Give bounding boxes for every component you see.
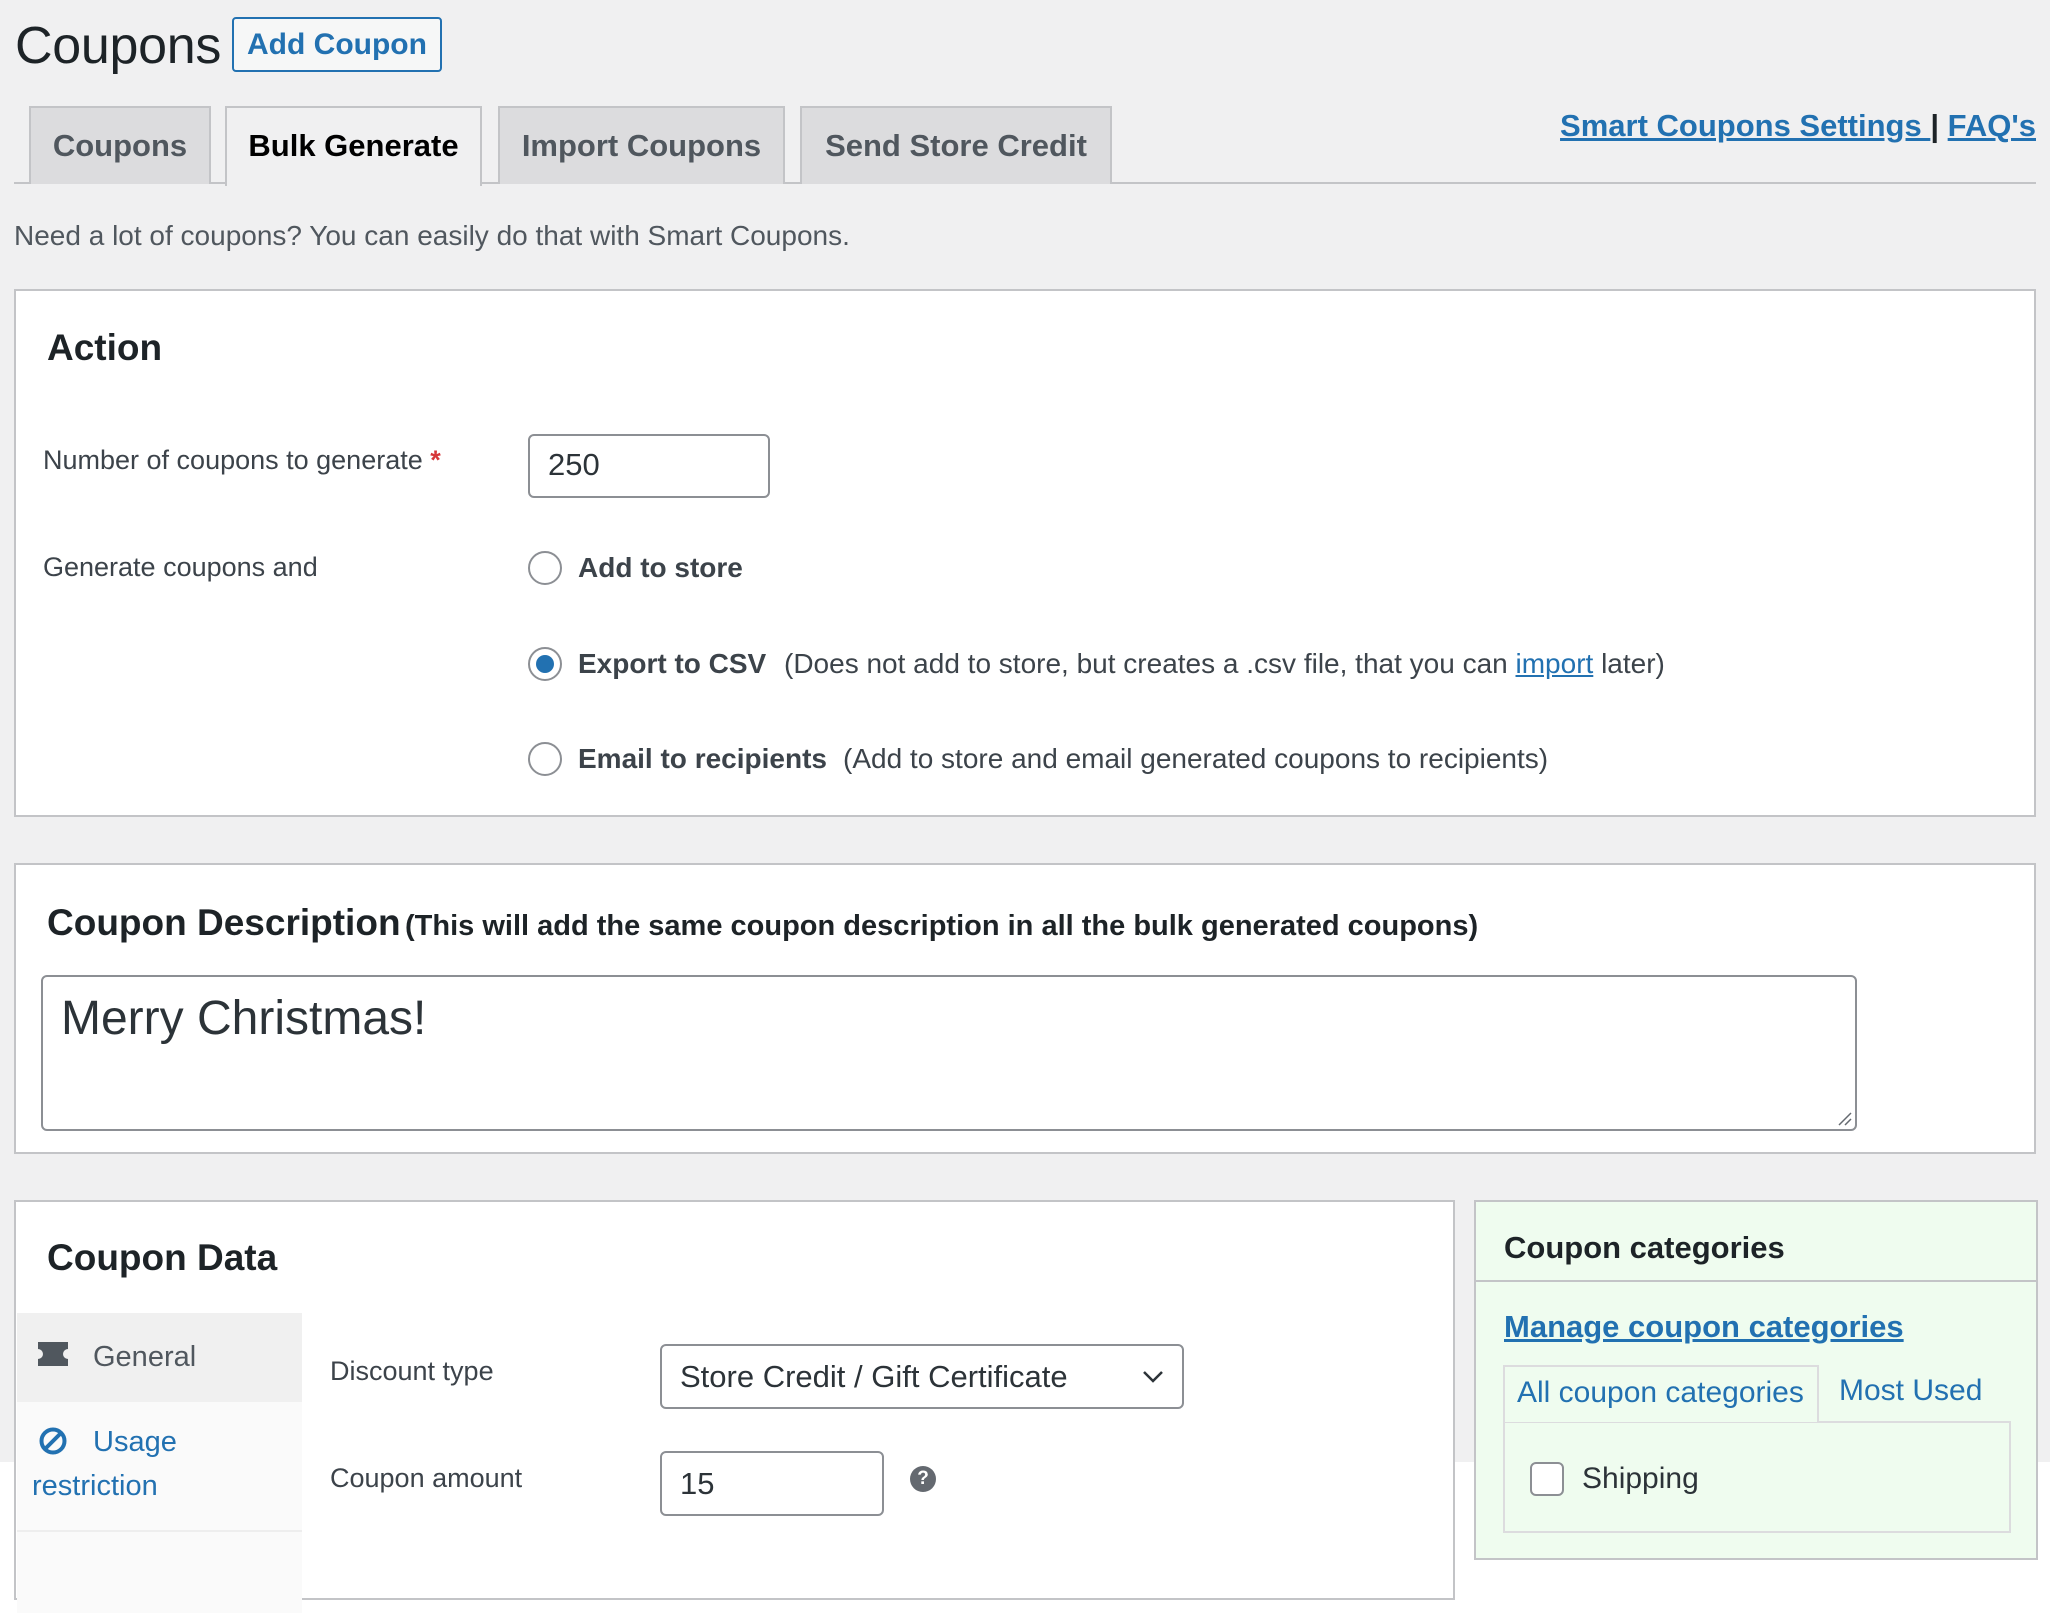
export-note-before: (Does not add to store, but creates a .c… [784, 648, 1516, 679]
ticket-icon [38, 1342, 68, 1366]
tab-coupons[interactable]: Coupons [29, 106, 211, 184]
resize-handle-icon[interactable] [1836, 1110, 1852, 1126]
faq-link[interactable]: FAQ's [1948, 108, 2036, 143]
action-panel: Action Number of coupons to generate * 2… [14, 289, 2036, 817]
email-to-recipients-note: (Add to store and email generated coupon… [843, 743, 1549, 774]
radio-add-to-store[interactable] [528, 551, 562, 585]
sidebar-usage-label: Usage restriction [32, 1426, 177, 1502]
link-separator: | [1930, 108, 1940, 143]
coupon-data-sidebar: General Usage restriction [17, 1313, 302, 1613]
discount-type-label: Discount type [330, 1356, 494, 1386]
sidebar-item-usage-restriction[interactable]: Usage restriction [17, 1402, 302, 1532]
coupon-amount-label: Coupon amount [330, 1463, 523, 1493]
add-coupon-button[interactable]: Add Coupon [232, 17, 442, 72]
category-list: Shipping [1503, 1421, 2011, 1533]
checkbox-shipping[interactable] [1530, 1462, 1564, 1496]
coupon-categories-panel: Coupon categories Manage coupon categori… [1474, 1200, 2038, 1560]
sidebar-general-label: General [93, 1341, 197, 1373]
category-label-shipping[interactable]: Shipping [1582, 1459, 1699, 1499]
tab-all-coupon-categories[interactable]: All coupon categories [1503, 1365, 1819, 1422]
generate-coupons-label: Generate coupons and [43, 552, 318, 582]
discount-type-value: Store Credit / Gift Certificate [680, 1359, 1068, 1394]
top-links: Smart Coupons Settings | FAQ's [1560, 106, 2036, 146]
action-heading: Action [47, 327, 163, 368]
import-link[interactable]: import [1516, 648, 1594, 679]
export-note-after: later) [1593, 648, 1665, 679]
page-title: Coupons [15, 17, 222, 75]
add-to-store-label[interactable]: Add to store [578, 550, 743, 586]
export-to-csv-label[interactable]: Export to CSV [578, 646, 766, 682]
description-subheading: (This will add the same coupon descripti… [405, 910, 1479, 942]
description-heading-row: Coupon Description (This will add the sa… [47, 901, 1478, 945]
coupon-categories-title: Coupon categories [1504, 1230, 1785, 1265]
number-of-coupons-label: Number of coupons to generate * [43, 443, 441, 477]
radio-email-to-recipients[interactable] [528, 742, 562, 776]
number-of-coupons-label-text: Number of coupons to generate [43, 445, 423, 475]
discount-type-select[interactable]: Store Credit / Gift Certificate [660, 1344, 1184, 1409]
radio-export-to-csv[interactable] [528, 647, 562, 681]
tab-bulk-generate[interactable]: Bulk Generate [225, 106, 482, 186]
number-of-coupons-input[interactable]: 250 [528, 434, 770, 498]
description-heading: Coupon Description [47, 902, 401, 943]
coupon-amount-input[interactable]: 15 [660, 1451, 884, 1516]
manage-coupon-categories-link[interactable]: Manage coupon categories [1504, 1307, 1904, 1347]
smart-coupons-settings-link[interactable]: Smart Coupons Settings [1560, 108, 1930, 143]
tab-most-used[interactable]: Most Used [1839, 1365, 1982, 1422]
email-to-recipients-label[interactable]: Email to recipients [578, 741, 827, 777]
required-marker: * [430, 445, 441, 475]
sidebar-item-general[interactable]: General [17, 1313, 302, 1402]
coupon-data-heading: Coupon Data [47, 1237, 278, 1278]
coupon-description-value: Merry Christmas! [61, 992, 427, 1045]
coupon-description-textarea[interactable]: Merry Christmas! [41, 975, 1857, 1131]
export-to-csv-note: (Does not add to store, but creates a .c… [784, 646, 1665, 682]
help-icon[interactable]: ? [910, 1466, 936, 1492]
tab-send-store-credit[interactable]: Send Store Credit [800, 106, 1112, 184]
categories-header-divider [1476, 1280, 2036, 1282]
chevron-down-icon [1143, 1371, 1163, 1383]
intro-text: Need a lot of coupons? You can easily do… [14, 220, 850, 251]
tab-import-coupons[interactable]: Import Coupons [498, 106, 785, 184]
